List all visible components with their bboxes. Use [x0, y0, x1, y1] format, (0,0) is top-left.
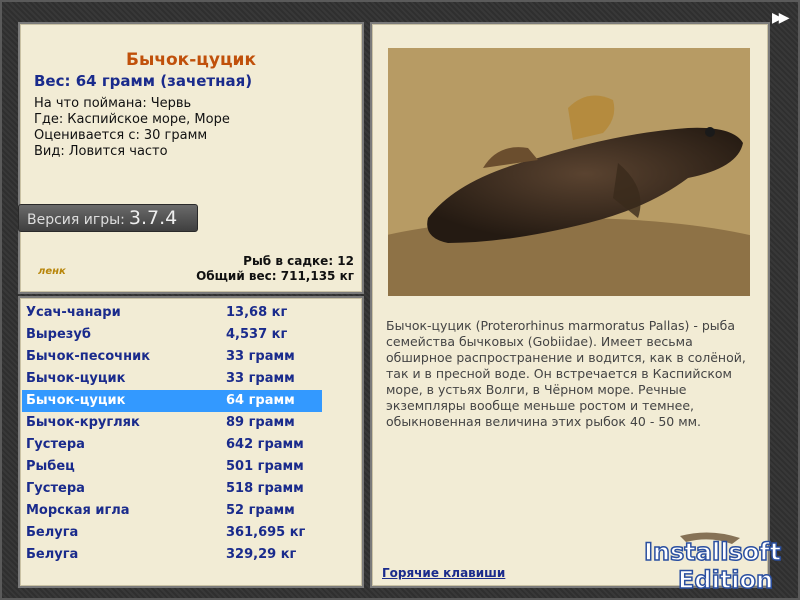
catch-fish-weight: 52 грамм	[226, 503, 295, 518]
catch-list-row[interactable]: Белуга 329,29 кг	[22, 544, 322, 566]
catch-fish-name: Бычок-цуцик	[26, 371, 126, 386]
catch-fish-weight: 329,29 кг	[226, 547, 297, 562]
catch-fish-name: Морская игла	[26, 503, 130, 518]
catch-list-row[interactable]: Бычок-цуцик 33 грамм	[22, 368, 322, 390]
bait-line: На что поймана: Червь	[34, 96, 191, 111]
catch-list-row[interactable]: Морская игла 52 грамм	[22, 500, 322, 522]
kind-label: Вид:	[34, 144, 65, 159]
catch-list-row[interactable]: Густера 642 грамм	[22, 434, 322, 456]
version-label: Версия игры:	[27, 212, 125, 228]
catch-fish-weight: 89 грамм	[226, 415, 295, 430]
catch-fish-weight: 4,537 кг	[226, 327, 288, 342]
watermark-line2: Edition	[678, 566, 773, 594]
hotkeys-link[interactable]: Горячие клавиши	[382, 566, 505, 580]
catch-list[interactable]: Усач-чанари 13,68 кг Вырезуб 4,537 кг Бычок-…	[22, 302, 322, 566]
catch-fish-name: Усач-чанари	[26, 305, 121, 320]
fish-photo	[388, 48, 750, 296]
catch-fish-weight: 64 грамм	[226, 393, 295, 408]
fast-forward-icon[interactable]: ▶▶	[772, 10, 789, 26]
watermark-line1: Installsoft	[644, 538, 781, 566]
total-weight: Общий вес: 711,135 кг	[196, 269, 354, 283]
catch-fish-name: Бычок-кругляк	[26, 415, 140, 430]
catch-list-row[interactable]: Белуга 361,695 кг	[22, 522, 322, 544]
catch-fish-name: Бычок-песочник	[26, 349, 151, 364]
catch-list-row[interactable]: Бычок-кругляк 89 грамм	[22, 412, 322, 434]
fish-weight: Вес: 64 грамм (зачетная)	[34, 72, 253, 90]
catch-fish-name: Вырезуб	[26, 327, 91, 342]
fish-description: Бычок-цуцик (Proterorhinus marmoratus Pa…	[386, 318, 746, 429]
rated-line: Оценивается с: 30 грамм	[34, 128, 207, 143]
catch-list-row[interactable]: Усач-чанари 13,68 кг	[22, 302, 322, 324]
rated-value: 30 грамм	[143, 128, 208, 143]
kind-value: Ловится часто	[68, 144, 168, 159]
catch-fish-weight: 13,68 кг	[226, 305, 288, 320]
studio-logo: ленк	[38, 266, 66, 277]
catch-fish-weight: 361,695 кг	[226, 525, 306, 540]
catch-list-panel: Усач-чанари 13,68 кг Вырезуб 4,537 кг Бычок-…	[18, 296, 364, 588]
location-line: Где: Каспийское море, Море	[34, 112, 230, 127]
fish-detail-panel: Бычок-цуцик (Proterorhinus marmoratus Pa…	[370, 22, 770, 588]
location-label: Где:	[34, 112, 64, 127]
catch-fish-name: Белуга	[26, 547, 79, 562]
kind-line: Вид: Ловится часто	[34, 144, 168, 159]
bait-label: На что поймана:	[34, 96, 147, 111]
catch-fish-weight: 33 грамм	[226, 371, 295, 386]
fish-count: Рыб в садке: 12	[243, 254, 354, 268]
catch-fish-weight: 642 грамм	[226, 437, 304, 452]
keepnet-stats: Рыб в садке: 12 Общий вес: 711,135 кг	[196, 254, 354, 284]
catch-list-row[interactable]: Рыбец 501 грамм	[22, 456, 322, 478]
catch-fish-weight: 518 грамм	[226, 481, 304, 496]
rated-label: Оценивается с:	[34, 128, 140, 143]
bait-value: Червь	[150, 96, 192, 111]
installsoft-watermark: Installsoft Edition	[643, 532, 782, 594]
catch-fish-name: Бычок-цуцик	[26, 393, 126, 408]
catch-list-row[interactable]: Бычок-цуцик 64 грамм	[22, 390, 322, 412]
fish-info-panel: Бычок-цуцик Вес: 64 грамм (зачетная) На …	[18, 22, 364, 294]
catch-fish-name: Густера	[26, 481, 85, 496]
catch-fish-name: Рыбец	[26, 459, 75, 474]
catch-list-row[interactable]: Густера 518 грамм	[22, 478, 322, 500]
fish-name: Бычок-цуцик	[125, 50, 256, 70]
catch-fish-name: Густера	[26, 437, 85, 452]
catch-fish-weight: 33 грамм	[226, 349, 295, 364]
catch-fish-name: Белуга	[26, 525, 79, 540]
version-value: 3.7.4	[128, 207, 178, 229]
catch-list-row[interactable]: Бычок-песочник 33 грамм	[22, 346, 322, 368]
location-value: Каспийское море, Море	[67, 112, 230, 127]
version-badge: Версия игры: 3.7.4	[18, 204, 198, 232]
catch-list-row[interactable]: Вырезуб 4,537 кг	[22, 324, 322, 346]
catch-fish-weight: 501 грамм	[226, 459, 304, 474]
